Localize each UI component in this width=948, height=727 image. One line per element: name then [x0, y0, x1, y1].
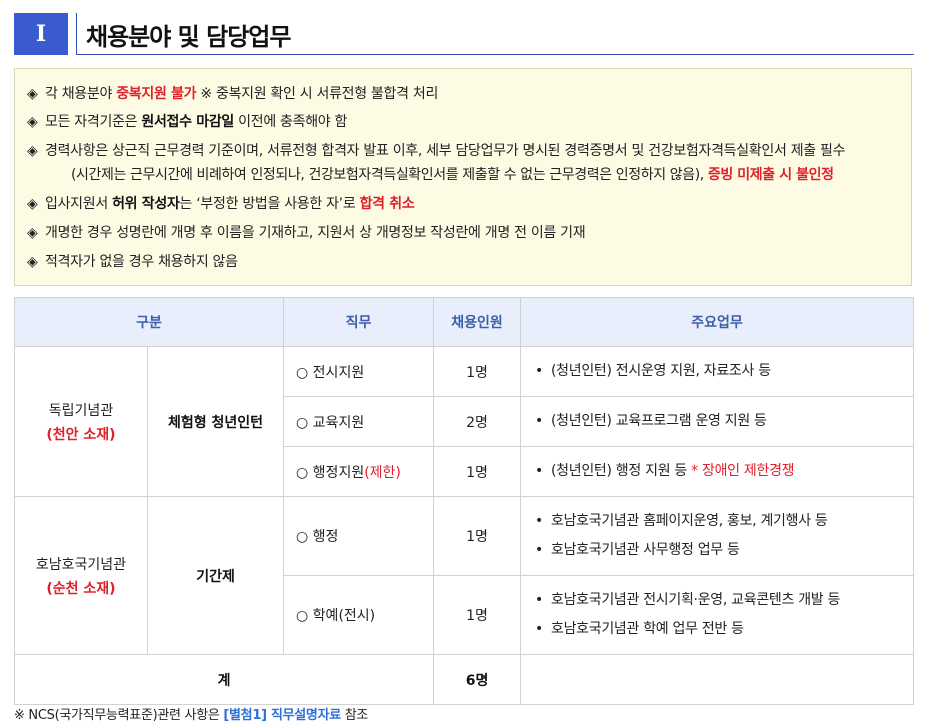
empty-cell [520, 654, 915, 705]
total-count: 6명 [433, 654, 522, 705]
notice-item: ◈ 개명한 경우 성명란에 개명 후 이름을 기재하고, 지원서 상 개명정보 작… [27, 225, 586, 241]
duty-cell: • (청년인턴) 행정 지원 등 * 장애인 제한경쟁 [520, 446, 915, 497]
column-header: 주요업무 [520, 297, 915, 347]
diamond-icon: ◈ [27, 254, 38, 270]
job-cell: ○ 학예(전시) [283, 575, 435, 655]
list-item: • 호남호국기념관 학예 업무 전반 등 [535, 621, 744, 637]
attachment-link[interactable]: [별첨1] 직무설명자료 [223, 708, 341, 723]
duty-cell: • 호남호국기념관 전시기획·운영, 교육콘텐츠 개발 등 • 호남호국기념관 학예… [520, 575, 915, 655]
table-header-row: 구분 직무 채용인원 주요업무 [13, 297, 915, 347]
job-note: (제한) [364, 464, 401, 481]
diamond-icon: ◈ [27, 114, 38, 130]
org-cell: 독립기념관 (천안 소재) [14, 346, 148, 497]
section-number: I [14, 13, 68, 55]
employment-type: 체험형 청년인턴 [146, 346, 285, 497]
list-item: • 호남호국기념관 사무행정 업무 등 [535, 542, 740, 558]
org-location: (순천 소재) [46, 580, 116, 597]
duty-cell: • (청년인턴) 교육프로그램 운영 지원 등 [520, 396, 915, 447]
job-cell: ○ 교육지원 [283, 396, 435, 447]
list-item: • (청년인턴) 교육프로그램 운영 지원 등 [535, 413, 767, 429]
list-item: • 호남호국기념관 홈페이지운영, 홍보, 계기행사 등 [535, 513, 828, 529]
notice-item: ◈ 적격자가 없을 경우 채용하지 않음 [27, 254, 238, 270]
employment-type: 기간제 [146, 496, 285, 655]
count-cell: 2명 [433, 396, 522, 447]
org-name: 독립기념관 [48, 402, 114, 419]
diamond-icon: ◈ [27, 143, 38, 159]
org-location: (천안 소재) [46, 426, 116, 443]
count-cell: 1명 [433, 446, 522, 497]
notice-item: ◈ 입사지원서 허위 작성자는 ‘부정한 방법을 사용한 자’로 합격 취소 [27, 196, 415, 212]
diamond-icon: ◈ [27, 86, 38, 102]
section-header: I 채용분야 및 담당업무 [14, 13, 914, 55]
duty-note: * 장애인 제한경쟁 [691, 463, 795, 479]
job-cell: ○ 행정 [283, 496, 435, 576]
notice-box: ◈ 각 채용분야 중복지원 불가 ※ 중복지원 확인 시 서류전형 불합격 처리 … [14, 68, 912, 286]
duty-cell: • 호남호국기념관 홈페이지운영, 홍보, 계기행사 등 • 호남호국기념관 사무행… [520, 496, 915, 576]
org-name: 호남호국기념관 [35, 556, 127, 573]
list-item: • (청년인턴) 행정 지원 등 * 장애인 제한경쟁 [535, 463, 795, 479]
list-item: • (청년인턴) 전시운영 지원, 자료조사 등 [535, 363, 771, 379]
header-divider [76, 13, 77, 55]
count-cell: 1명 [433, 575, 522, 655]
total-row: 계 6명 [13, 654, 915, 705]
total-label: 계 [13, 654, 435, 705]
section-title: 채용분야 및 담당업무 [86, 23, 291, 51]
notice-item: ◈ 모든 자격기준은 원서접수 마감일 이전에 충족해야 함 [27, 114, 348, 130]
recruitment-table: 구분 직무 채용인원 주요업무 독립기념관 (천안 소재) 체험형 청년인턴 ○… [13, 297, 915, 705]
diamond-icon: ◈ [27, 196, 38, 212]
duty-cell: • (청년인턴) 전시운영 지원, 자료조사 등 [520, 346, 915, 397]
list-item: • 호남호국기념관 전시기획·운영, 교육콘텐츠 개발 등 [535, 592, 841, 608]
notice-continuation: (시간제는 근무시간에 비례하여 인정되나, 건강보험자격득실확인서를 제출할 … [71, 167, 834, 183]
diamond-icon: ◈ [27, 225, 38, 241]
column-header: 직무 [283, 297, 435, 347]
table-row: 독립기념관 (천안 소재) 체험형 청년인턴 ○ 전시지원 1명 • (청년인턴)… [14, 346, 915, 497]
notice-item: ◈ 경력사항은 상근직 근무경력 기준이며, 서류전형 합격자 발표 이후, 세부… [27, 143, 846, 159]
job-cell: ○ 행정지원(제한) [283, 446, 435, 497]
org-cell: 호남호국기념관 (순천 소재) [14, 496, 148, 655]
column-header: 구분 [13, 297, 285, 347]
column-header: 채용인원 [433, 297, 522, 347]
job-cell: ○ 전시지원 [283, 346, 435, 397]
table-row: 호남호국기념관 (순천 소재) 기간제 ○ 행정 1명 • 호남호국기념관 홈페이… [14, 496, 915, 655]
header-underline [76, 54, 914, 55]
count-cell: 1명 [433, 346, 522, 397]
count-cell: 1명 [433, 496, 522, 576]
notice-item: ◈ 각 채용분야 중복지원 불가 ※ 중복지원 확인 시 서류전형 불합격 처리 [27, 86, 439, 102]
footnote: ※ NCS(국가직무능력표준)관련 사항은 [별첨1] 직무설명자료 참조 [14, 708, 369, 723]
